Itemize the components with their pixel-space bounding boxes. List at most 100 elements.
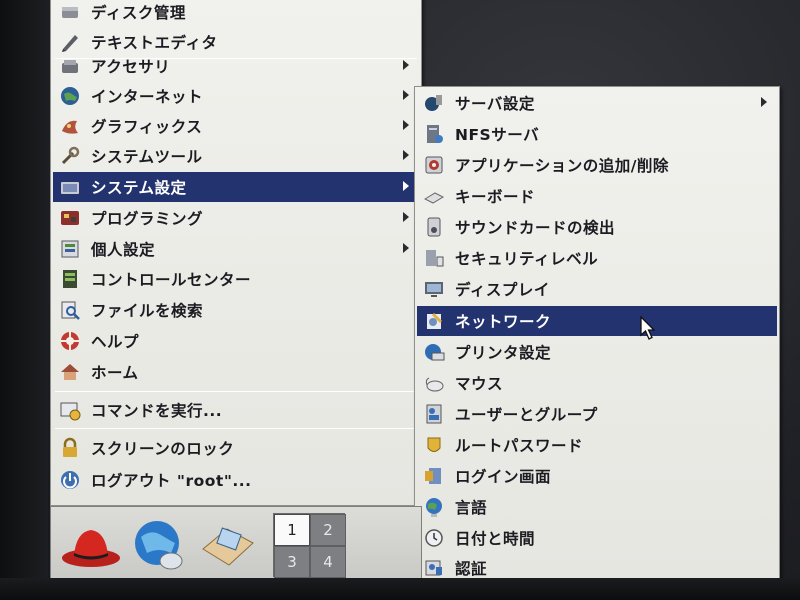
workspace-4-button[interactable]: 4 <box>310 546 346 578</box>
workspace-2-button[interactable]: 2 <box>310 514 346 546</box>
submenu-item-display[interactable]: ディスプレイ <box>417 274 777 304</box>
menu-item-label: コマンドを実行... <box>91 402 223 420</box>
menu-item-help[interactable]: ヘルプ <box>53 326 419 356</box>
submenu-item-label: ユーザーとグループ <box>455 406 598 424</box>
menu-item-label: インターネット <box>91 88 204 106</box>
globe-icon <box>59 85 81 107</box>
menu-item-disk-management[interactable]: ディスク管理 <box>53 0 419 27</box>
menu-item-control-center[interactable]: コントロールセンター <box>53 264 419 294</box>
submenu-item-add-remove-apps[interactable]: アプリケーションの追加/削除 <box>417 150 777 180</box>
main-menu: ディスク管理 テキストエディタ アクセサリ インターネット グラフィックス シス… <box>50 0 422 506</box>
system-settings-icon <box>59 176 81 198</box>
submenu-item-label: マウス <box>455 375 504 393</box>
submenu-arrow-icon <box>761 97 767 107</box>
menu-item-graphics[interactable]: グラフィックス <box>53 111 419 141</box>
mouse-cursor-icon <box>640 316 656 340</box>
menu-item-system-settings[interactable]: システム設定 <box>53 172 419 202</box>
submenu-item-label: NFSサーバ <box>455 126 540 144</box>
submenu-item-label: プリンタ設定 <box>455 344 552 362</box>
monitor-bezel <box>0 0 48 600</box>
submenu-item-label: ログイン画面 <box>455 468 552 486</box>
submenu-item-nfs-server[interactable]: NFSサーバ <box>417 119 777 149</box>
menu-item-logout[interactable]: ログアウト "root"... <box>53 465 419 495</box>
menu-item-label: ログアウト "root"... <box>91 472 252 490</box>
red-hat-icon <box>62 530 120 567</box>
submenu-item-mouse[interactable]: マウス <box>417 368 777 398</box>
authentication-icon <box>423 557 445 579</box>
submenu-item-label: 認証 <box>455 560 488 578</box>
menu-item-label: コントロールセンター <box>91 271 252 289</box>
printer-icon <box>423 341 445 363</box>
menu-item-label: ファイルを検索 <box>91 302 204 320</box>
web-browser-launcher[interactable] <box>127 513 191 577</box>
workspace-1-button[interactable]: 1 <box>274 514 310 546</box>
disk-icon <box>59 1 81 23</box>
menu-separator <box>55 391 417 392</box>
menu-separator <box>55 428 417 429</box>
submenu-item-root-password[interactable]: ルートパスワード <box>417 430 777 460</box>
menu-item-programming[interactable]: プログラミング <box>53 203 419 233</box>
submenu-item-language[interactable]: 言語 <box>417 492 777 522</box>
submenu-item-network[interactable]: ネットワーク <box>417 306 777 336</box>
menu-item-search-files[interactable]: ファイルを検索 <box>53 295 419 325</box>
web-browser-icon <box>135 521 183 570</box>
submenu-arrow-icon <box>403 212 409 222</box>
submenu-item-login-screen[interactable]: ログイン画面 <box>417 461 777 491</box>
control-center-icon <box>59 268 81 290</box>
network-icon <box>423 310 445 332</box>
submenu-item-label: サウンドカードの検出 <box>455 219 616 237</box>
submenu-item-server-settings[interactable]: サーバ設定 <box>417 88 777 118</box>
submenu-item-label: 言語 <box>455 499 488 517</box>
submenu-item-label: 日付と時間 <box>455 530 536 548</box>
menu-item-run-command[interactable]: コマンドを実行... <box>53 395 419 425</box>
date-time-icon <box>423 527 445 549</box>
server-settings-icon <box>423 92 445 114</box>
bottom-panel: 1 2 3 4 <box>50 506 422 580</box>
submenu-item-security-level[interactable]: セキュリティレベル <box>417 243 777 273</box>
nfs-server-icon <box>423 123 445 145</box>
submenu-item-label: ルートパスワード <box>455 437 584 455</box>
menu-item-label: 個人設定 <box>91 241 156 259</box>
menu-item-home[interactable]: ホーム <box>53 357 419 387</box>
red-hat-menu-button[interactable] <box>59 513 123 577</box>
workspace-pager: 1 2 3 4 <box>273 513 346 578</box>
menu-item-label: システムツール <box>91 148 203 166</box>
submenu-arrow-icon <box>403 60 409 70</box>
text-editor-icon <box>59 31 81 53</box>
menu-item-label: プログラミング <box>91 210 204 228</box>
lock-icon <box>59 437 81 459</box>
submenu-item-label: サーバ設定 <box>455 95 535 113</box>
submenu-item-users-groups[interactable]: ユーザーとグループ <box>417 399 777 429</box>
menu-item-accessories[interactable]: アクセサリ <box>53 51 419 81</box>
submenu-item-label: セキュリティレベル <box>455 250 599 268</box>
menu-item-lock-screen[interactable]: スクリーンのロック <box>53 433 419 463</box>
accessories-icon <box>59 55 81 77</box>
submenu-item-printer[interactable]: プリンタ設定 <box>417 337 777 367</box>
help-icon <box>59 330 81 352</box>
keyboard-icon <box>423 185 445 207</box>
menu-item-label: スクリーンのロック <box>91 440 235 458</box>
security-level-icon <box>423 247 445 269</box>
menu-item-system-tools[interactable]: システムツール <box>53 141 419 171</box>
preferences-icon <box>59 238 81 260</box>
add-remove-apps-icon <box>423 154 445 176</box>
system-tools-icon <box>59 145 81 167</box>
monitor-bezel-bottom <box>0 578 800 600</box>
menu-item-internet[interactable]: インターネット <box>53 81 419 111</box>
menu-item-label: ヘルプ <box>91 333 140 351</box>
submenu-arrow-icon <box>403 90 409 100</box>
submenu-arrow-icon <box>403 120 409 130</box>
graphics-icon <box>59 115 81 137</box>
email-launcher[interactable] <box>195 513 259 577</box>
root-password-icon <box>423 434 445 456</box>
submenu-item-sound-card[interactable]: サウンドカードの検出 <box>417 212 777 242</box>
submenu-arrow-icon <box>403 243 409 253</box>
menu-item-label: システム設定 <box>91 179 187 197</box>
menu-item-preferences[interactable]: 個人設定 <box>53 234 419 264</box>
submenu-item-date-time[interactable]: 日付と時間 <box>417 523 777 553</box>
submenu-item-keyboard[interactable]: キーボード <box>417 181 777 211</box>
submenu-item-label: キーボード <box>455 188 536 206</box>
menu-item-label: テキストエディタ <box>91 34 218 52</box>
workspace-3-button[interactable]: 3 <box>274 546 310 578</box>
users-groups-icon <box>423 403 445 425</box>
